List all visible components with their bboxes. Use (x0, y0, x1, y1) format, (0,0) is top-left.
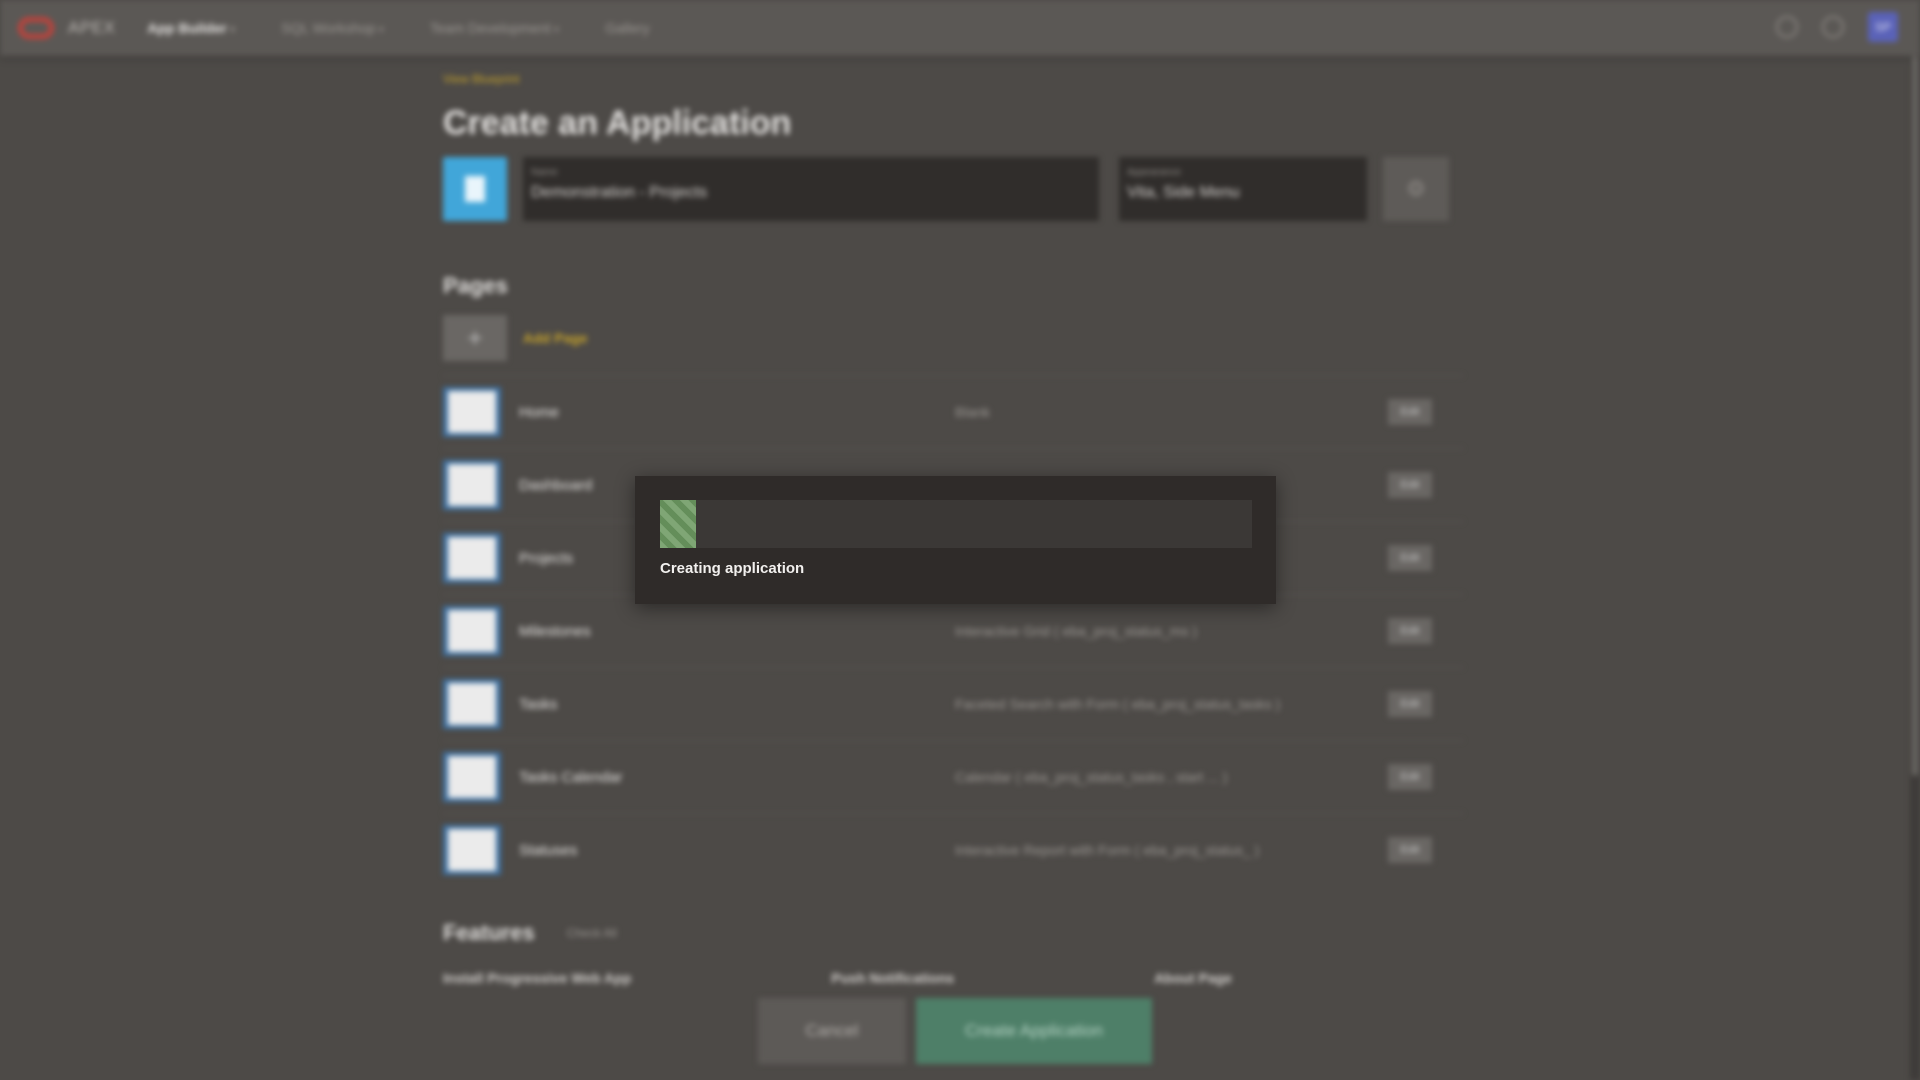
app-brand[interactable]: APEX (68, 18, 115, 38)
nav-team-development[interactable]: Team Development (430, 20, 559, 36)
page-edit-button[interactable]: Edit (1388, 399, 1432, 425)
page-name: Statuses (519, 841, 578, 859)
features-title: Features (443, 920, 535, 945)
page-name: Tasks Calendar (519, 768, 623, 786)
progress-message: Creating application (660, 560, 805, 577)
help-icon[interactable] (1822, 16, 1844, 38)
main-nav: App Builder SQL Workshop Team Developmen… (147, 20, 649, 36)
footer-actions: Cancel Create Application (758, 998, 1152, 1064)
page-thumbnail-icon (443, 533, 501, 583)
pages-list: Home Blank Edit Dashboard Edit Projects … (443, 375, 1463, 886)
top-navigation-bar: APEX App Builder SQL Workshop Team Devel… (0, 0, 1920, 56)
page-type: Calendar ( eba_proj_status_tasks , start… (955, 769, 1228, 785)
add-page-label[interactable]: Add Page (523, 330, 588, 346)
page-name: Home (519, 403, 560, 421)
progress-bar-track (660, 500, 1252, 548)
check-all-link[interactable]: Check All (567, 926, 617, 940)
cancel-button[interactable]: Cancel (758, 998, 906, 1064)
page-title: Create an Application (443, 104, 792, 142)
page-edit-button[interactable]: Edit (1388, 837, 1432, 863)
page-row: Milestones Interactive Grid ( eba_proj_s… (443, 594, 1463, 667)
page-row: Tasks Faceted Search with Form ( eba_pro… (443, 667, 1463, 740)
page-thumbnail-icon (443, 606, 501, 656)
top-right-tools: SP (1776, 12, 1898, 42)
app-name-value[interactable]: Demonstration - Projects (531, 184, 1091, 202)
feature-item[interactable]: Install Progressive Web App (443, 970, 631, 986)
feature-item[interactable]: About Page (1154, 970, 1232, 986)
appearance-value: Vita, Side Menu (1127, 184, 1240, 201)
nav-gallery[interactable]: Gallery (605, 20, 649, 36)
page-thumbnail-icon (443, 752, 501, 802)
page-type: Interactive Grid ( eba_proj_status_ms ) (955, 623, 1197, 639)
page-name: Milestones (519, 622, 591, 640)
page-type: Faceted Search with Form ( eba_proj_stat… (955, 696, 1281, 712)
page-thumbnail-icon (443, 460, 501, 510)
page-thumbnail-icon (443, 679, 501, 729)
page-row: Statuses Interactive Report with Form ( … (443, 813, 1463, 886)
page-edit-button[interactable]: Edit (1388, 764, 1432, 790)
progress-bar-fill (660, 500, 696, 548)
page-name: Tasks (519, 695, 558, 713)
pages-section-title: Pages (443, 273, 508, 298)
scrollbar-thumb[interactable] (1912, 56, 1918, 776)
features-header: Features Check All (443, 920, 1463, 946)
notifications-icon[interactable] (1776, 16, 1798, 38)
app-name-label: Name (531, 167, 558, 178)
appearance-label: Appearance (1127, 167, 1181, 178)
user-avatar[interactable]: SP (1868, 12, 1898, 42)
oracle-logo-icon[interactable] (18, 17, 54, 39)
add-page-row[interactable]: + Add Page (443, 315, 1463, 361)
breadcrumb[interactable]: View Blueprint (443, 72, 1463, 86)
page-row: Home Blank Edit (443, 375, 1463, 448)
app-settings-bar: Name Demonstration - Projects Appearance… (443, 157, 1463, 221)
page-edit-button[interactable]: Edit (1388, 691, 1432, 717)
features-list: Install Progressive Web App Push Notific… (443, 970, 1463, 986)
page-edit-button[interactable]: Edit (1388, 545, 1432, 571)
create-application-button[interactable]: Create Application (916, 998, 1152, 1064)
page-edit-button[interactable]: Edit (1388, 472, 1432, 498)
page-thumbnail-icon (443, 825, 501, 875)
page-scrollbar[interactable] (1910, 56, 1920, 1080)
page-type: Blank (955, 404, 991, 420)
appearance-field[interactable]: Appearance Vita, Side Menu (1119, 157, 1367, 221)
add-page-plus-icon[interactable]: + (443, 315, 507, 361)
feature-item[interactable]: Push Notifications (831, 970, 954, 986)
progress-dialog: Creating application (635, 476, 1276, 604)
page-row: Tasks Calendar Calendar ( eba_proj_statu… (443, 740, 1463, 813)
app-icon[interactable] (443, 157, 507, 221)
page-edit-button[interactable]: Edit (1388, 618, 1432, 644)
nav-sql-workshop[interactable]: SQL Workshop (281, 20, 384, 36)
page-type: Interactive Report with Form ( eba_proj_… (955, 842, 1260, 858)
settings-gear-icon[interactable]: ⚙ (1383, 157, 1449, 221)
nav-app-builder[interactable]: App Builder (147, 20, 235, 36)
app-name-field[interactable]: Name Demonstration - Projects (523, 157, 1099, 221)
page-thumbnail-icon (443, 387, 501, 437)
